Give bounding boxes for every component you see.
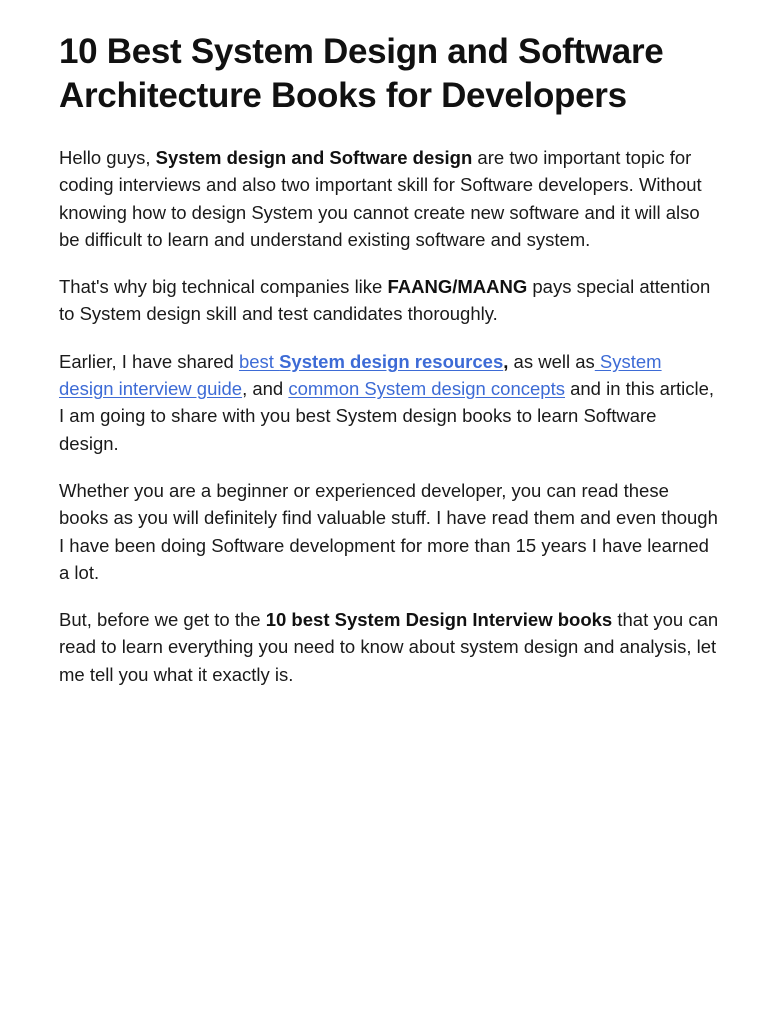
text: But, before we get to the [59,609,266,631]
paragraph-resources: Earlier, I have shared best System desig… [59,348,719,457]
link-text: best [238,350,280,372]
paragraph-faang: That's why big technical companies like … [59,273,719,328]
text: as well as [508,350,595,372]
link-common-system-design-concepts[interactable]: common System design concepts [288,378,565,399]
article: 10 Best System Design and Software Archi… [59,30,719,708]
paragraph-intro: Hello guys, System design and Software d… [59,144,719,253]
bold-text: System design and Software design [155,147,473,168]
bold-text: 10 best System Design Interview books [265,609,613,631]
article-title: 10 Best System Design and Software Archi… [59,32,664,115]
link-bold-text: System design resources [279,350,504,372]
text: Whether you are a beginner or experience… [59,479,718,583]
text: , and [242,378,289,400]
link-system-design-resources[interactable]: best System design resources [239,351,503,372]
text: Earlier, I have shared [59,350,239,372]
paragraph-audience: Whether you are a beginner or experience… [59,477,719,586]
text: That's why big technical companies like [59,276,388,298]
bold-text: FAANG/MAANG [387,276,528,298]
text: Hello guys, [59,147,156,168]
paragraph-before: But, before we get to the 10 best System… [59,606,719,688]
